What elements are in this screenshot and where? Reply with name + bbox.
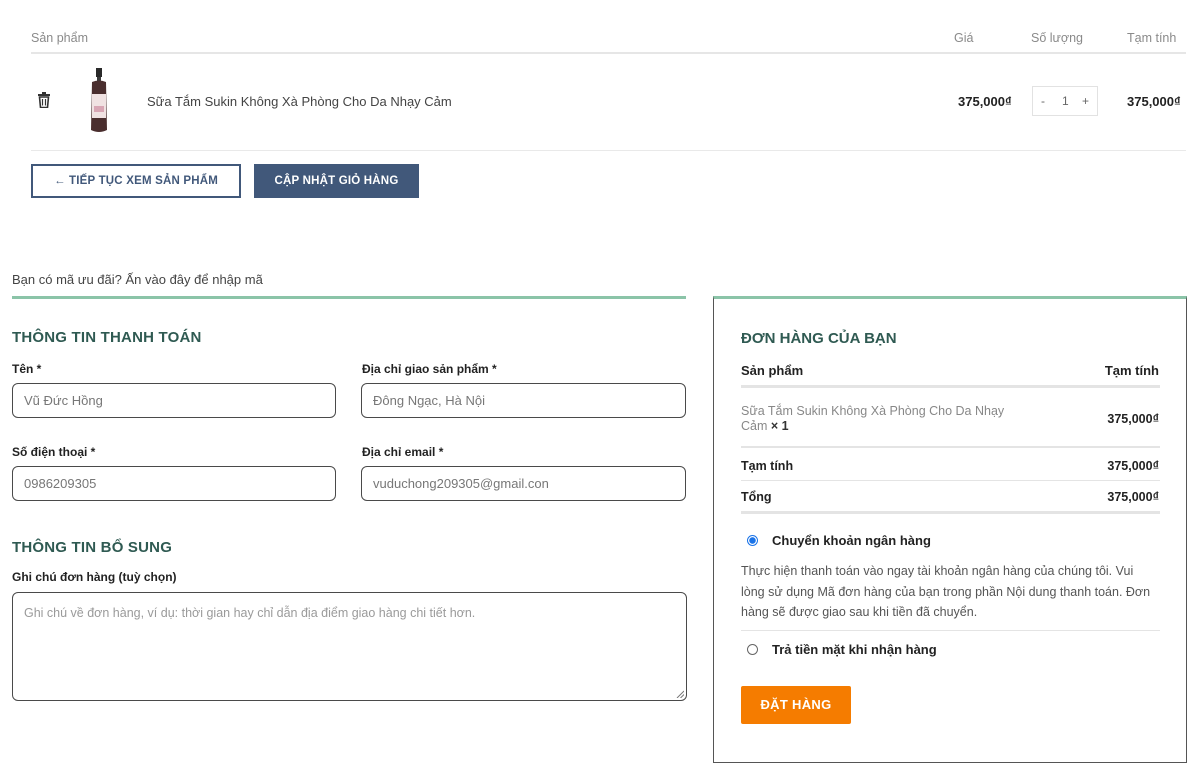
name-field[interactable]: Vũ Đức Hồng (12, 383, 336, 418)
order-notes-placeholder: Ghi chú về đơn hàng, ví dụ: thời gian ha… (24, 606, 476, 620)
qty-minus-button[interactable]: - (1041, 94, 1045, 108)
payment-bank-radio[interactable] (747, 535, 758, 546)
qty-plus-button[interactable]: + (1082, 94, 1089, 108)
billing-title: THÔNG TIN THANH TOÁN (12, 329, 202, 346)
order-item-name-line2: Cảm (741, 419, 768, 433)
product-thumbnail[interactable] (86, 68, 112, 134)
address-label: Địa chỉ giao sản phẩm * (362, 362, 497, 376)
order-item: Sữa Tắm Sukin Không Xà Phòng Cho Da Nhạy… (741, 404, 1004, 434)
email-field[interactable]: vuduchong209305@gmail.con (361, 466, 686, 501)
resize-handle-icon[interactable] (676, 690, 684, 698)
order-col-subtotal: Tạm tính (1104, 363, 1159, 378)
order-subtotal-label: Tạm tính (741, 459, 794, 473)
update-cart-button[interactable]: CẬP NHẬT GIỎ HÀNG (254, 164, 419, 198)
header-price: Giá (954, 31, 974, 45)
order-total-value: 375,000₫ (1107, 490, 1159, 504)
order-subtotal-value: 375,000₫ (1107, 459, 1159, 473)
order-item-qty: × 1 (770, 419, 789, 433)
cart-row: Sữa Tắm Sukin Không Xà Phòng Cho Da Nhạy… (31, 54, 1186, 151)
coupon-link[interactable]: Bạn có mã ưu đãi? Ấn vào đây để nhập mã (12, 272, 263, 287)
qty-value[interactable]: 1 (1062, 94, 1069, 108)
order-notes-textarea[interactable]: Ghi chú về đơn hàng, ví dụ: thời gian ha… (12, 592, 687, 701)
divider (741, 446, 1160, 448)
payment-cod-radio[interactable] (747, 644, 758, 655)
header-quantity: Số lượng (1031, 31, 1084, 45)
order-item-price: 375,000₫ (1107, 412, 1159, 426)
email-label: Địa chỉ email * (362, 445, 444, 459)
order-summary: ĐƠN HÀNG CỦA BẠN Sản phẩm Tạm tính Sữa T… (713, 296, 1187, 763)
cart-item-price: 375,000₫ (958, 94, 1012, 109)
divider (741, 511, 1160, 514)
additional-info-title: THÔNG TIN BỔ SUNG (12, 539, 173, 556)
continue-shopping-button[interactable]: ← TIẾP TỤC XEM SẢN PHẨM (31, 164, 241, 198)
cart-item-subtotal: 375,000₫ (1127, 94, 1181, 109)
order-col-product: Sản phẩm (741, 363, 804, 378)
order-title: ĐƠN HÀNG CỦA BẠN (741, 330, 897, 347)
divider (741, 385, 1160, 388)
name-label: Tên * (12, 362, 42, 376)
payment-cod-label[interactable]: Trả tiền mặt khi nhận hàng (772, 642, 937, 657)
phone-field[interactable]: 0986209305 (12, 466, 336, 501)
header-product: Sản phẩm (31, 31, 88, 45)
order-item-name-line1: Sữa Tắm Sukin Không Xà Phòng Cho Da Nhạy (741, 404, 1005, 418)
address-field[interactable]: Đông Ngạc, Hà Nội (361, 383, 686, 418)
header-subtotal: Tạm tính (1127, 31, 1177, 45)
quantity-stepper[interactable]: - 1 + (1032, 86, 1098, 116)
trash-icon[interactable] (37, 92, 51, 108)
phone-label: Số điện thoại * (12, 445, 96, 459)
divider (741, 480, 1160, 481)
payment-bank-label[interactable]: Chuyển khoản ngân hàng (772, 533, 931, 548)
cart-item-name[interactable]: Sữa Tắm Sukin Không Xà Phòng Cho Da Nhạy… (147, 94, 452, 109)
divider (12, 296, 686, 299)
order-total-label: Tổng (741, 490, 772, 504)
cart-table-header: Sản phẩm Giá Số lượng Tạm tính (31, 30, 1186, 54)
order-notes-label: Ghi chú đơn hàng (tuỳ chọn) (12, 570, 177, 584)
place-order-button[interactable]: ĐẶT HÀNG (741, 686, 851, 724)
payment-bank-description: Thực hiện thanh toán vào ngay tài khoản … (741, 564, 1151, 619)
divider (741, 630, 1160, 631)
